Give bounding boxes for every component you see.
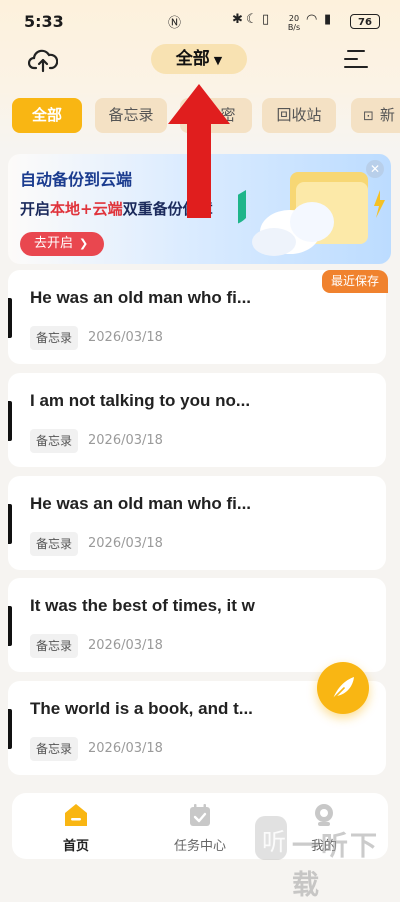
note-date: 2026/03/18 bbox=[88, 536, 163, 551]
tab-recycle-bin[interactable]: 回收站 bbox=[262, 98, 336, 133]
close-icon[interactable]: ✕ bbox=[366, 160, 384, 178]
note-accent-bar bbox=[8, 401, 12, 441]
note-tag: 备忘录 bbox=[30, 634, 79, 658]
banner-title: 自动备份到云端 bbox=[20, 170, 133, 189]
status-icons: Ⓝ ✱ ☾ ▯ 20 B/s ◠ ▮ 76 bbox=[168, 12, 380, 32]
cloud-upload-icon[interactable] bbox=[27, 46, 59, 74]
chevron-right-icon: ❯ bbox=[79, 237, 89, 250]
nav-label: 首页 bbox=[62, 839, 89, 854]
nfc-icon: Ⓝ bbox=[168, 16, 182, 31]
note-tag: 备忘录 bbox=[30, 737, 79, 761]
feather-pen-icon bbox=[331, 677, 354, 701]
note-date: 2026/03/18 bbox=[88, 638, 163, 653]
nav-task-center[interactable]: 任务中心 bbox=[160, 799, 240, 855]
note-card[interactable]: I am not talking to you no... 备忘录 2026/0… bbox=[8, 373, 386, 467]
note-title: It was the best of times, it w bbox=[30, 596, 255, 615]
do-not-disturb-icon: ☾ bbox=[246, 12, 258, 27]
new-note-button[interactable] bbox=[317, 662, 369, 714]
caret-down-icon: ▼ bbox=[213, 54, 223, 67]
note-tag: 备忘录 bbox=[30, 532, 79, 556]
note-accent-bar bbox=[8, 709, 12, 749]
new-folder-icon: ⊡ bbox=[363, 109, 374, 124]
battery-indicator: 76 bbox=[350, 14, 380, 29]
home-icon bbox=[65, 804, 87, 826]
wifi-icon: ◠ bbox=[306, 12, 318, 27]
folder-selector[interactable]: 全部 ▼ bbox=[151, 44, 247, 74]
enable-backup-button[interactable]: 去开启 ❯ bbox=[20, 232, 104, 256]
app-header: 全部 ▼ bbox=[0, 40, 400, 80]
note-tag: 备忘录 bbox=[30, 326, 79, 350]
tab-memo[interactable]: 备忘录 bbox=[95, 98, 167, 133]
note-title: He was an old man who fi... bbox=[30, 494, 252, 513]
recent-saved-badge: 最近保存 bbox=[322, 270, 388, 293]
svg-text:听: 听 bbox=[262, 828, 286, 856]
note-tag: 备忘录 bbox=[30, 429, 79, 453]
note-date: 2026/03/18 bbox=[88, 330, 163, 345]
annotation-arrow-icon bbox=[168, 84, 230, 218]
page-title: 全部 bbox=[175, 49, 210, 69]
note-date: 2026/03/18 bbox=[88, 741, 163, 756]
note-accent-bar bbox=[8, 298, 12, 338]
note-title: The world is a book, and t... bbox=[30, 699, 253, 718]
tab-new[interactable]: ⊡ 新 bbox=[351, 98, 400, 133]
status-bar: 5:33 Ⓝ ✱ ☾ ▯ 20 B/s ◠ ▮ 76 bbox=[0, 0, 400, 44]
watermark-text: 一听下载 bbox=[292, 831, 379, 901]
note-card[interactable]: He was an old man who fi... 备忘录 2026/03/… bbox=[8, 476, 386, 570]
nav-home[interactable]: 首页 bbox=[36, 799, 116, 855]
signal-icon: ▮ bbox=[324, 12, 332, 27]
note-accent-bar bbox=[8, 606, 12, 646]
menu-icon[interactable] bbox=[344, 48, 368, 70]
vibrate-icon: ▯ bbox=[262, 12, 270, 27]
nav-label: 任务中心 bbox=[173, 839, 226, 854]
note-accent-bar bbox=[8, 504, 12, 544]
bluetooth-icon: ✱ bbox=[232, 12, 243, 27]
tab-all[interactable]: 全部 bbox=[12, 98, 82, 133]
calendar-check-icon bbox=[190, 804, 210, 826]
network-speed: 20 B/s bbox=[287, 14, 301, 32]
note-title: I am not talking to you no... bbox=[30, 391, 251, 410]
note-card[interactable]: It was the best of times, it w 备忘录 2026/… bbox=[8, 578, 386, 672]
note-date: 2026/03/18 bbox=[88, 433, 163, 448]
cloud-folder-illustration bbox=[238, 172, 385, 256]
status-time: 5:33 bbox=[24, 12, 64, 31]
note-title: He was an old man who fi... bbox=[30, 288, 252, 307]
